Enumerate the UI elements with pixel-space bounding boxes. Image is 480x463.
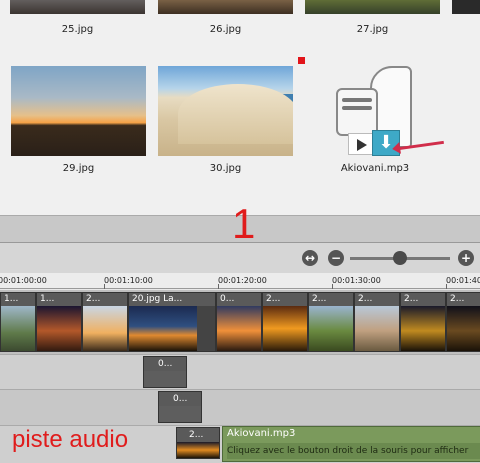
ruler-label: 00:01:00:00	[0, 276, 47, 285]
timeline-clip[interactable]: 2...	[400, 292, 446, 352]
timeline-clip[interactable]: 2...	[176, 427, 220, 459]
thumbnail-30[interactable]	[158, 66, 293, 156]
timeline-toolbar: ↔ − +	[0, 243, 480, 273]
thumbnail-caption: 26.jpg	[209, 24, 242, 35]
thumbnail-caption: 30.jpg	[209, 163, 242, 174]
overlay-track-2: 0...	[0, 389, 480, 425]
document-front-icon	[336, 88, 378, 136]
timeline-clip[interactable]: 0...	[143, 356, 187, 388]
thumbnail-25[interactable]	[10, 0, 145, 14]
overlay-track-1: 0...	[0, 354, 480, 389]
zoom-slider-thumb[interactable]	[393, 251, 407, 265]
thumbnail-caption: 29.jpg	[62, 163, 95, 174]
thumbnail-caption: 27.jpg	[356, 24, 389, 35]
zoom-out-icon[interactable]: −	[328, 250, 344, 266]
timeline-clip[interactable]: 2...	[308, 292, 354, 352]
red-marker	[298, 57, 305, 64]
audio-clip-hint: Cliquez avec le bouton droit de la souri…	[227, 443, 480, 459]
ruler-label: 00:01:10:00	[104, 276, 153, 285]
ruler-label: 00:01:30:00	[332, 276, 381, 285]
timeline-clip[interactable]: 0...	[216, 292, 262, 352]
timeline-clip[interactable]: 2...	[262, 292, 308, 352]
fit-timeline-icon[interactable]: ↔	[302, 250, 318, 266]
dune-shape	[178, 84, 293, 144]
ruler-label: 00:01:20:00	[218, 276, 267, 285]
timeline-clip[interactable]: 20.jpg La...	[128, 292, 216, 352]
timeline-clip[interactable]: 2...	[446, 292, 480, 352]
timeline-clip[interactable]: 1...	[36, 292, 82, 352]
media-browser: 25.jpg 26.jpg 27.jpg 29.jpg 30.jpg ⬇ Aki…	[0, 0, 480, 215]
timeline-clip[interactable]: 0...	[158, 391, 202, 423]
thumbnail-26[interactable]	[158, 0, 293, 14]
video-track: 1... 1... 2... 20.jpg La... 0... 2... 2.…	[0, 290, 480, 354]
time-ruler[interactable]: 00:01:00:00 00:01:10:00 00:01:20:00 00:0…	[0, 273, 480, 289]
audio-track-annotation: piste audio	[12, 426, 129, 453]
ruler-label: 00:01:40	[446, 276, 480, 285]
thumbnail-27[interactable]	[305, 0, 440, 14]
annotation-number: 1	[232, 200, 256, 247]
timeline-clip[interactable]: 2...	[354, 292, 400, 352]
thumbnail-caption: 25.jpg	[61, 24, 94, 35]
play-icon[interactable]	[348, 133, 374, 155]
timeline-clip[interactable]: 2...	[82, 292, 128, 352]
audio-clip[interactable]: Akiovani.mp3 Cliquez avec le bouton droi…	[222, 426, 480, 462]
timeline-clip[interactable]: 1...	[0, 292, 36, 352]
zoom-in-icon[interactable]: +	[458, 250, 474, 266]
thumbnail-28[interactable]	[452, 0, 480, 14]
thumbnail-caption: Akiovani.mp3	[340, 163, 410, 174]
audio-clip-name: Akiovani.mp3	[227, 428, 296, 439]
thumbnail-29[interactable]	[11, 66, 146, 156]
